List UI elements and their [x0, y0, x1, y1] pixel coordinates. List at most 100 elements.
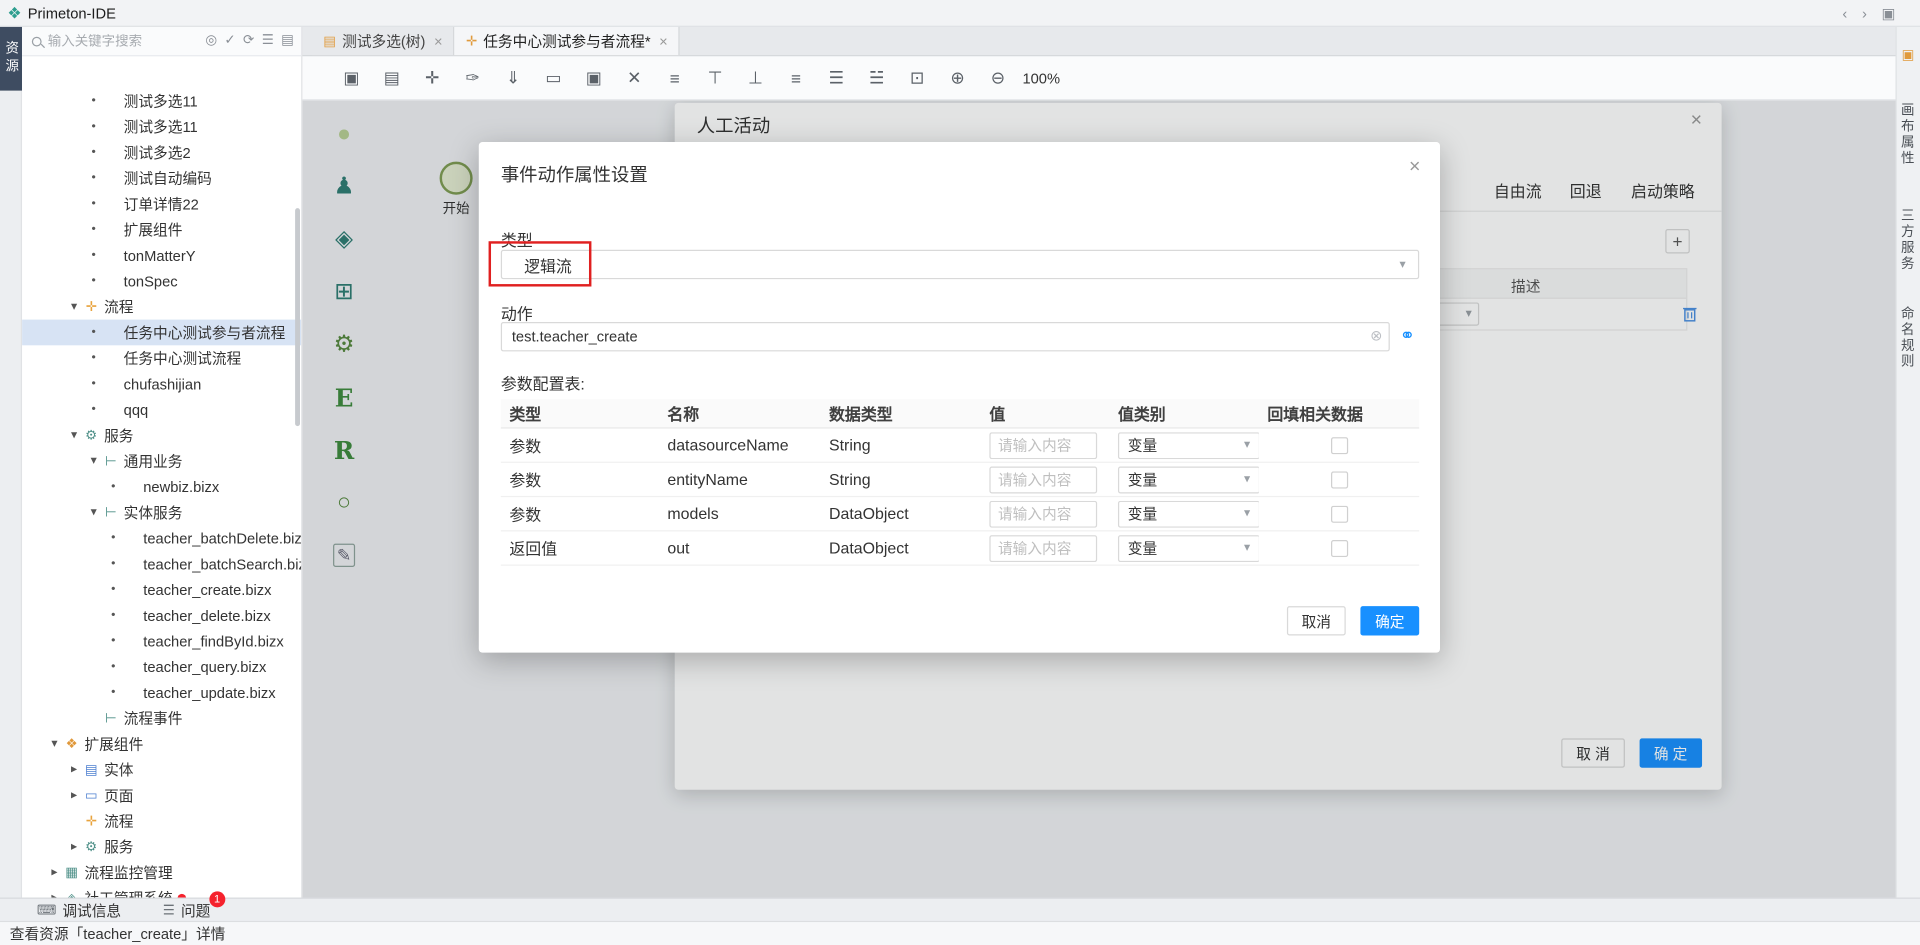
tree-item[interactable]: ✛ 流程 — [22, 808, 301, 834]
type-select[interactable]: 逻辑流 ▾ — [501, 250, 1419, 279]
tree-item[interactable]: • tonMatterY — [22, 242, 301, 268]
debug-info-tab[interactable]: ⌨ 调试信息 — [37, 899, 121, 920]
tree-item[interactable]: ▸ ▦ 流程监控管理 — [22, 860, 301, 886]
right-tab-third-party[interactable]: 三方服务 — [1897, 208, 1920, 272]
tree-item[interactable]: • 任务中心测试参与者流程 — [22, 320, 301, 346]
tree-item[interactable]: ▸ ⚙ 服务 — [22, 834, 301, 860]
close-icon[interactable]: × — [659, 32, 668, 49]
tree-item[interactable]: • newbiz.bizx — [22, 474, 301, 500]
backfill-checkbox[interactable] — [1330, 471, 1347, 488]
align-center-icon[interactable]: ☰ — [824, 66, 848, 90]
tree-item[interactable]: • chufashijian — [22, 371, 301, 397]
tree-item[interactable]: • 测试多选11 — [22, 88, 301, 114]
panel-toggle-icon[interactable]: ▤ — [281, 34, 294, 47]
close-icon[interactable]: × — [1409, 157, 1420, 179]
tree-item[interactable]: ▸ ▭ 页面 — [22, 782, 301, 808]
tree-item[interactable]: • teacher_create.bizx — [22, 577, 301, 603]
value-kind-select[interactable]: 变量 ▾ — [1118, 534, 1259, 561]
tree-item[interactable]: • 订单详情22 — [22, 191, 301, 217]
tree-item[interactable]: • teacher_batchDelete.bizx — [22, 525, 301, 551]
tree-item[interactable]: ▾ ❖ 扩展组件 — [22, 731, 301, 757]
align-left-icon[interactable]: ≡ — [662, 66, 686, 90]
duplicate-icon[interactable]: ▣ — [582, 66, 606, 90]
tree-marker-icon: ▸ — [66, 840, 82, 853]
tree-item[interactable]: ▾ ✛ 流程 — [22, 294, 301, 320]
tree-item[interactable]: ▸ ◈ 社工管理系统 — [22, 885, 301, 897]
copy-icon[interactable]: ▣ — [339, 66, 363, 90]
modal-cancel-button[interactable]: 取消 — [1287, 606, 1346, 635]
tree-marker-icon: • — [105, 609, 121, 622]
tree-item[interactable]: • teacher_findById.bizx — [22, 628, 301, 654]
tab-task-center-flow[interactable]: ✛ 任务中心测试参与者流程* × — [455, 27, 680, 55]
right-panel-bar: ▣ 画布属性 三方服务 命名规则 — [1896, 27, 1920, 898]
param-datatype-cell: String — [820, 436, 980, 454]
distribute-icon[interactable]: ☱ — [864, 66, 888, 90]
table-row: 返回值 out DataObject 变量 ▾ — [501, 531, 1419, 565]
tree-item[interactable]: • 测试多选11 — [22, 114, 301, 140]
scrollbar[interactable] — [295, 208, 300, 426]
tree-item[interactable]: • teacher_delete.bizx — [22, 602, 301, 628]
right-tab-canvas-props[interactable]: 画布属性 — [1897, 103, 1920, 167]
value-kind-select[interactable]: 变量 ▾ — [1118, 500, 1259, 527]
link-icon[interactable]: ⚭ — [1400, 324, 1415, 346]
right-tab-naming[interactable]: 命名规则 — [1897, 306, 1920, 370]
param-value-input[interactable] — [989, 500, 1097, 527]
value-kind-select[interactable]: 变量 ▾ — [1118, 432, 1259, 459]
tree-item-label: 社工管理系统 — [84, 888, 172, 898]
resources-tab[interactable]: 资源 — [0, 27, 22, 91]
tree-item[interactable]: • teacher_update.bizx — [22, 680, 301, 706]
backfill-checkbox[interactable] — [1330, 437, 1347, 454]
tree-item[interactable]: • teacher_batchSearch.bizx — [22, 551, 301, 577]
align-right-icon[interactable]: ≡ — [784, 66, 808, 90]
search-input[interactable] — [48, 34, 180, 49]
action-input[interactable] — [501, 322, 1390, 351]
value-kind-select[interactable]: 变量 ▾ — [1118, 466, 1259, 493]
backfill-checkbox[interactable] — [1330, 539, 1347, 556]
zoom-out-icon[interactable]: ⊖ — [986, 66, 1010, 90]
zoom-level[interactable]: 100% — [1022, 69, 1060, 86]
tree-item[interactable]: • teacher_query.bizx — [22, 654, 301, 680]
tree-item[interactable]: ▸ ▤ 实体 — [22, 757, 301, 783]
validate-icon[interactable]: ✓ — [224, 34, 235, 47]
problems-tab[interactable]: ☰ 问题 1 — [163, 899, 211, 920]
tree-item-label: teacher_query.bizx — [143, 658, 266, 675]
zoom-in-icon[interactable]: ⊕ — [945, 66, 969, 90]
save-icon[interactable]: ▣ — [1882, 6, 1896, 21]
document-icon[interactable]: ▭ — [541, 66, 565, 90]
panel-icon[interactable]: ▣ — [1902, 47, 1915, 63]
forward-icon[interactable]: › — [1862, 6, 1867, 21]
delete-icon[interactable]: ✕ — [622, 66, 646, 90]
align-top-icon[interactable]: ⊤ — [703, 66, 727, 90]
param-value-input[interactable] — [989, 534, 1097, 561]
params-label: 参数配置表: — [501, 371, 585, 394]
export-icon[interactable]: ⇓ — [501, 66, 525, 90]
tree-item[interactable]: ▾ ⊢ 实体服务 — [22, 500, 301, 526]
paste-icon[interactable]: ▤ — [380, 66, 404, 90]
tree-item[interactable]: • 扩展组件 — [22, 217, 301, 243]
flow-canvas[interactable]: ● ♟ ◈ ⊞ ⚙ — [302, 100, 1895, 897]
tree-item[interactable]: • 测试多选2 — [22, 140, 301, 166]
param-value-input[interactable] — [989, 432, 1097, 459]
align-bottom-icon[interactable]: ⊥ — [743, 66, 767, 90]
modal-ok-button[interactable]: 确定 — [1360, 606, 1419, 635]
tree-item[interactable]: ▾ ⊢ 通用业务 — [22, 448, 301, 474]
locate-icon[interactable]: ◎ — [205, 34, 217, 47]
tree-item[interactable]: ⊢ 流程事件 — [22, 705, 301, 731]
close-icon[interactable]: × — [434, 32, 443, 49]
event-action-modal: 事件动作属性设置 × 类型 逻辑流 ▾ 动作 ⊗ ⚭ 参数配置表: 类型 — [479, 142, 1440, 653]
backfill-checkbox[interactable] — [1330, 505, 1347, 522]
param-value-input[interactable] — [989, 466, 1097, 493]
back-icon[interactable]: ‹ — [1842, 6, 1847, 21]
tree-item[interactable]: ▾ ⚙ 服务 — [22, 422, 301, 448]
pan-icon[interactable]: ✛ — [420, 66, 444, 90]
fit-screen-icon[interactable]: ⊡ — [905, 66, 929, 90]
tree-item[interactable]: • qqq — [22, 397, 301, 423]
tree-item[interactable]: • tonSpec — [22, 268, 301, 294]
tree-item[interactable]: • 测试自动编码 — [22, 165, 301, 191]
format-painter-icon[interactable]: ✑ — [460, 66, 484, 90]
menu-icon[interactable]: ☰ — [262, 34, 274, 47]
tree-item[interactable]: • 任务中心测试流程 — [22, 345, 301, 371]
refresh-icon[interactable]: ⟳ — [243, 34, 254, 47]
clear-icon[interactable]: ⊗ — [1370, 328, 1382, 343]
tab-test-multiselect-tree[interactable]: ▤ 测试多选(树) × — [312, 27, 455, 55]
